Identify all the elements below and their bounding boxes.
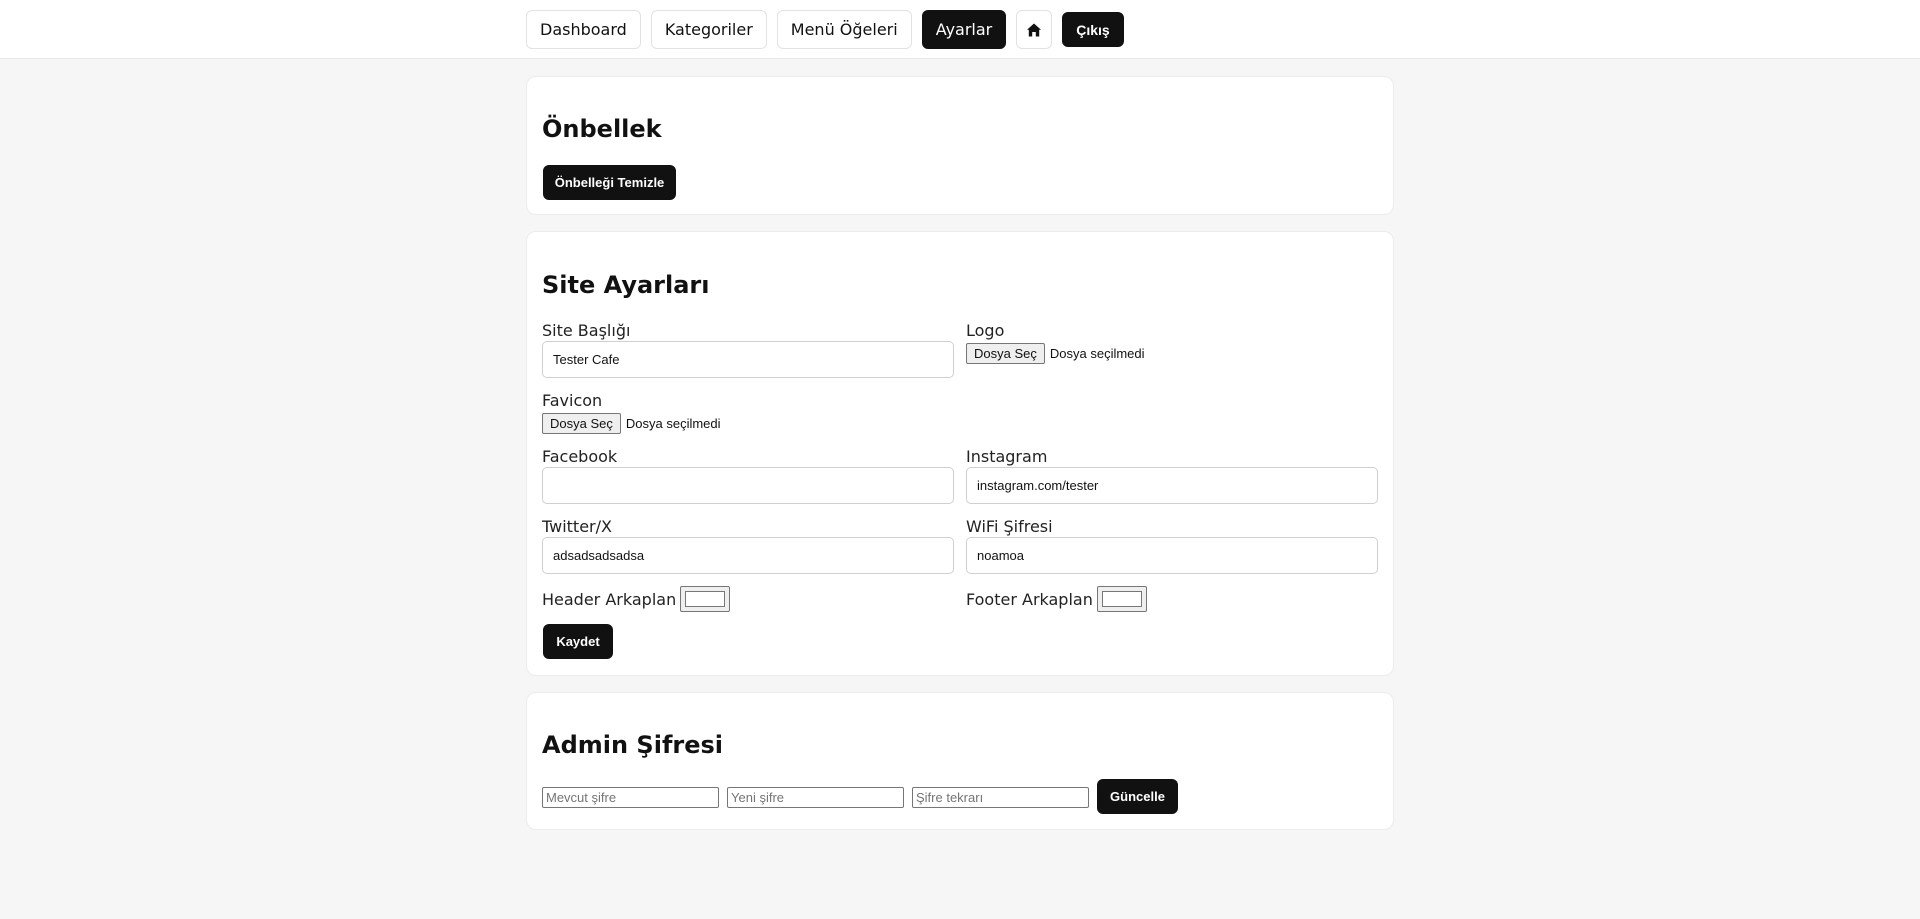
nav-buttons: Dashboard Kategoriler Menü Öğeleri Ayarl…: [526, 10, 1124, 49]
footer-bg-color-picker[interactable]: [1096, 586, 1147, 612]
logo-file-button[interactable]: Dosya Seç: [966, 343, 1045, 364]
instagram-label: Instagram: [966, 447, 1048, 466]
favicon-file-status: Dosya seçilmedi: [625, 416, 721, 431]
footer-bg-label: Footer Arkaplan: [966, 589, 1093, 609]
site-title-input[interactable]: [542, 341, 954, 378]
logo-file-status: Dosya seçilmedi: [1049, 346, 1145, 361]
header-bg-label: Header Arkaplan: [542, 589, 677, 609]
current-password-input[interactable]: [542, 787, 719, 808]
facebook-input[interactable]: [542, 467, 954, 504]
admin-password-card: Admin Şifresi Güncelle: [526, 692, 1394, 830]
logo-label: Logo: [966, 321, 1005, 340]
header-bg-color-preview: [685, 591, 726, 607]
admin-password-title: Admin Şifresi: [542, 731, 724, 759]
favicon-file-button[interactable]: Dosya Seç: [542, 413, 621, 434]
facebook-label: Facebook: [542, 447, 618, 466]
twitter-label: Twitter/X: [542, 517, 612, 536]
cache-title: Önbellek: [542, 115, 662, 143]
favicon-file-picker: Dosya Seç Dosya seçilmedi: [542, 413, 721, 434]
header-bg-field: Header Arkaplan: [542, 586, 731, 612]
logout-button[interactable]: Çıkış: [1062, 12, 1124, 47]
footer-bg-field: Footer Arkaplan: [966, 586, 1147, 612]
nav-home-button[interactable]: [1016, 10, 1053, 49]
site-title-label: Site Başlığı: [542, 321, 631, 340]
header-bg-color-picker[interactable]: [680, 586, 731, 612]
clear-cache-button[interactable]: Önbelleği Temizle: [543, 165, 676, 200]
nav-settings-button[interactable]: Ayarlar: [921, 10, 1007, 49]
site-settings-card: Site Ayarları Site Başlığı Logo Dosya Se…: [526, 231, 1394, 676]
save-settings-button[interactable]: Kaydet: [543, 624, 613, 659]
instagram-input[interactable]: [966, 467, 1378, 504]
footer-bg-color-preview: [1101, 591, 1142, 607]
site-settings-title: Site Ayarları: [542, 271, 710, 299]
new-password-input[interactable]: [727, 787, 904, 808]
twitter-input[interactable]: [542, 537, 954, 574]
top-navigation-bar: Dashboard Kategoriler Menü Öğeleri Ayarl…: [0, 0, 1920, 59]
logo-file-picker: Dosya Seç Dosya seçilmedi: [966, 343, 1145, 364]
wifi-password-label: WiFi Şifresi: [966, 517, 1053, 536]
nav-categories-button[interactable]: Kategoriler: [650, 10, 767, 49]
nav-dashboard-button[interactable]: Dashboard: [526, 10, 641, 49]
home-icon: [1027, 23, 1042, 36]
nav-menu-items-button[interactable]: Menü Öğeleri: [776, 10, 912, 49]
cache-card: Önbellek Önbelleği Temizle: [526, 76, 1394, 215]
wifi-password-input[interactable]: [966, 537, 1378, 574]
repeat-password-input[interactable]: [912, 787, 1089, 808]
update-password-button[interactable]: Güncelle: [1097, 779, 1178, 814]
favicon-label: Favicon: [542, 391, 603, 410]
